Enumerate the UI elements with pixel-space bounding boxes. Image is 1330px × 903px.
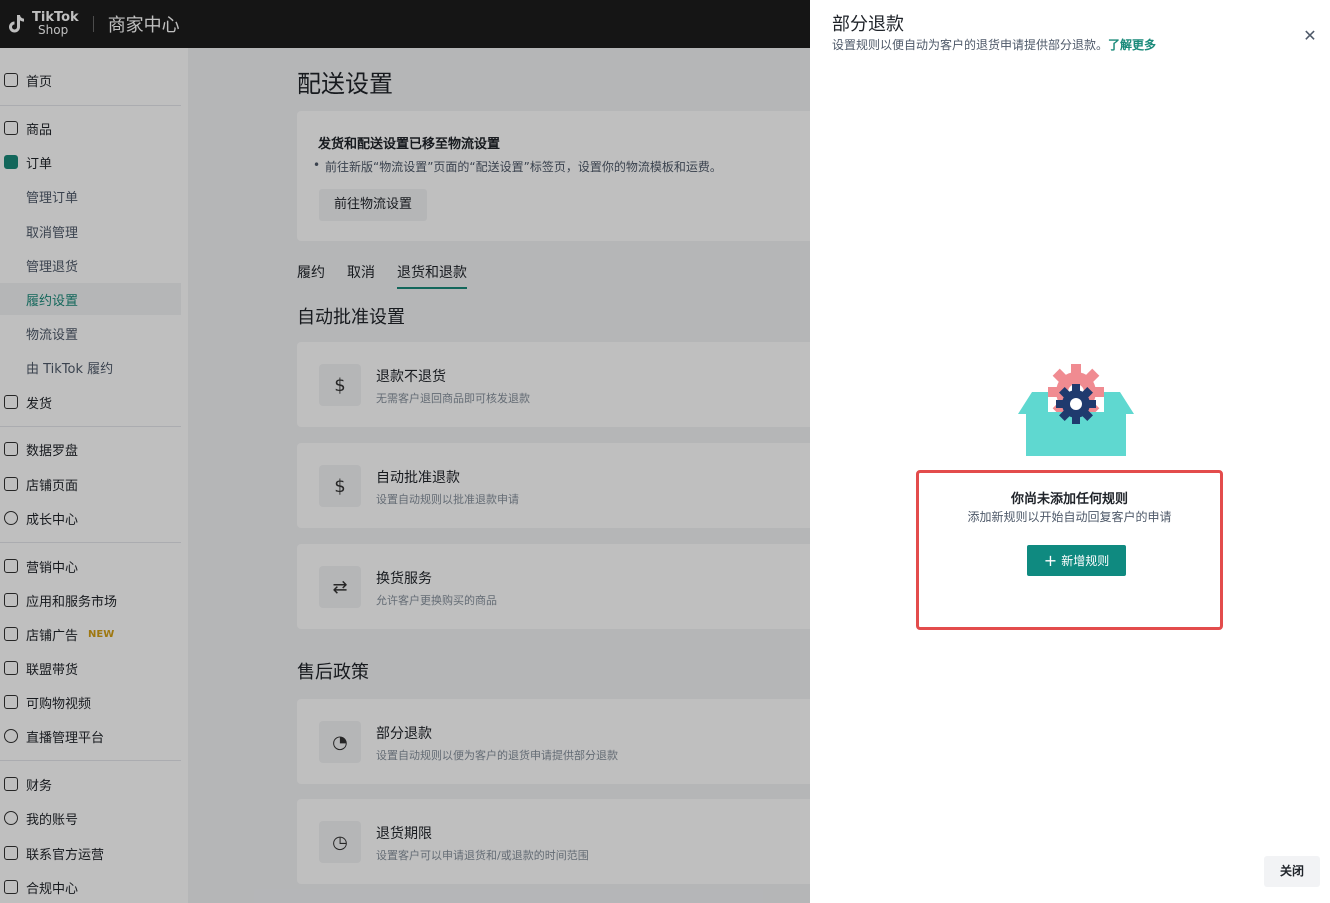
drawer-subtitle-text: 设置规则以便自动为客户的退货申请提供部分退款。: [832, 38, 1109, 52]
plus-icon: +: [1043, 551, 1058, 570]
add-rule-button[interactable]: + 新增规则: [1027, 545, 1126, 576]
modal-overlay[interactable]: [0, 0, 810, 903]
empty-title: 你尚未添加任何规则: [1010, 492, 1128, 507]
drawer-title: 部分退款: [832, 14, 904, 35]
empty-box-gear-icon: [1018, 362, 1134, 458]
empty-state-highlight: 你尚未添加任何规则 添加新规则以开始自动回复客户的申请 + 新增规则: [916, 470, 1223, 630]
close-icon[interactable]: ✕: [1300, 26, 1320, 46]
add-rule-label: 新增规则: [1061, 554, 1110, 568]
partial-refund-drawer: 部分退款 设置规则以便自动为客户的退货申请提供部分退款。了解更多 ✕ 你尚未添加…: [810, 0, 1330, 903]
close-button[interactable]: 关闭: [1264, 856, 1320, 887]
drawer-subtitle: 设置规则以便自动为客户的退货申请提供部分退款。了解更多: [832, 36, 1156, 53]
empty-desc: 添加新规则以开始自动回复客户的申请: [967, 510, 1172, 524]
learn-more-link[interactable]: 了解更多: [1108, 38, 1156, 52]
